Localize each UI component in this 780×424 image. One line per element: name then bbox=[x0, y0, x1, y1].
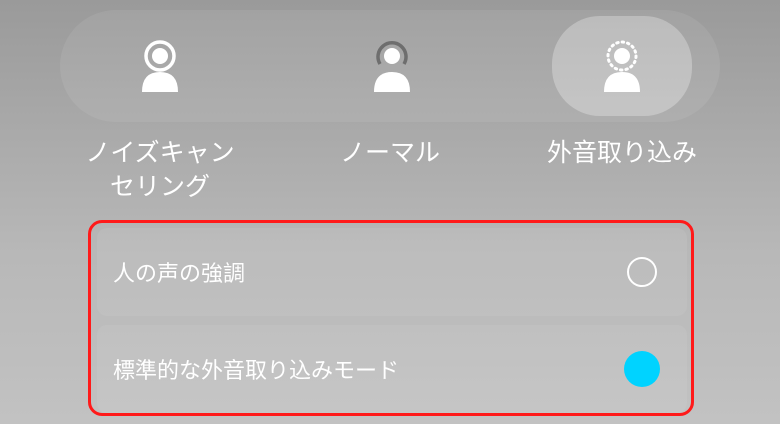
option-standard-ambient[interactable]: 標準的な外音取り込みモード bbox=[97, 325, 687, 413]
ambient-options-panel: 人の声の強調 標準的な外音取り込みモード bbox=[88, 220, 694, 416]
option-label: 人の声の強調 bbox=[113, 262, 246, 287]
mode-ambient-sound[interactable] bbox=[552, 10, 692, 122]
mode-label-noise-cancelling: ノイズキャン セリング bbox=[85, 138, 235, 201]
radio-selected-icon[interactable] bbox=[624, 351, 660, 387]
mode-label-ambient-sound: 外音取り込み bbox=[546, 138, 697, 167]
person-ring-icon bbox=[142, 40, 178, 92]
mode-normal[interactable] bbox=[322, 10, 462, 122]
option-label: 標準的な外音取り込みモード bbox=[113, 359, 400, 384]
radio-unselected-icon[interactable] bbox=[627, 257, 657, 287]
person-dotted-ring-icon bbox=[604, 40, 640, 92]
mode-label-normal: ノーマル bbox=[339, 138, 440, 167]
option-voice-emphasis[interactable]: 人の声の強調 bbox=[97, 228, 687, 316]
person-partial-ring-icon bbox=[374, 41, 410, 92]
mode-selector bbox=[60, 10, 720, 122]
mode-noise-cancelling[interactable] bbox=[90, 10, 230, 122]
